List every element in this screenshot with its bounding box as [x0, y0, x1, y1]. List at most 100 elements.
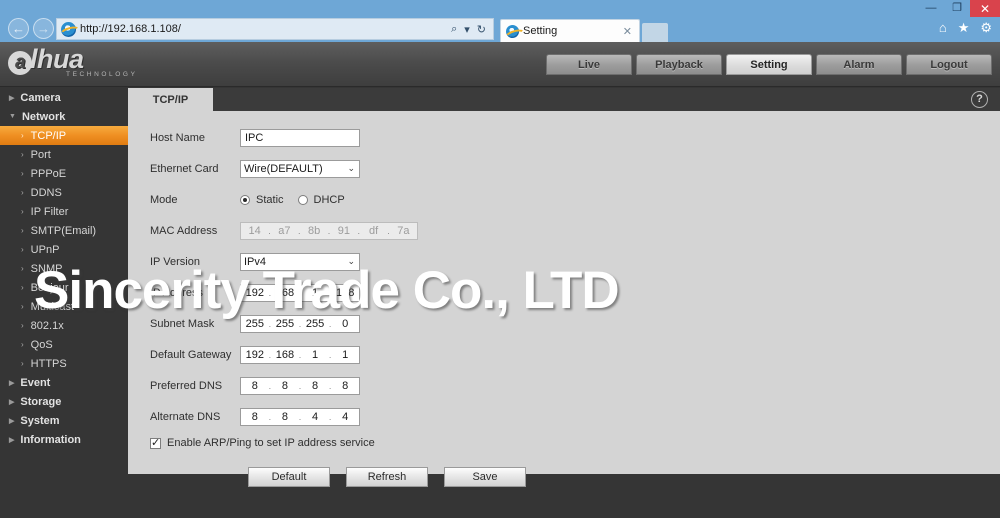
sidebar-group-event[interactable]: ▶ Event [0, 373, 128, 392]
row-default-gateway: Default Gateway 192. 168. 1. 1 [150, 344, 1000, 365]
sidebar-item-qos[interactable]: › QoS [0, 335, 128, 354]
chevron-right-icon: › [21, 207, 24, 216]
chevron-right-icon: › [21, 245, 24, 254]
close-icon[interactable]: ✕ [621, 25, 634, 38]
ip-address-field[interactable]: 192. 168. 1. 108 [240, 283, 360, 302]
refresh-button[interactable]: Refresh [346, 467, 428, 487]
ethernet-card-select[interactable]: Wire(DEFAULT) ⌄ [240, 159, 360, 178]
octet: 14 [248, 224, 261, 237]
chevron-right-icon: ▶ [9, 398, 15, 406]
tcpip-form: Host Name IPC Ethernet Card Wire(DEFAULT… [128, 111, 1000, 487]
radio-dhcp[interactable] [297, 194, 308, 205]
home-icon[interactable]: ⌂ [939, 21, 947, 34]
address-bar[interactable]: http://192.168.1.108/ ⌕ ▾ ↻ [56, 18, 494, 40]
tab-strip: Setting ✕ [500, 19, 668, 42]
sidebar-group-camera[interactable]: ▶ Camera [0, 88, 128, 107]
octet: 8 [281, 410, 288, 423]
sidebar-item-https[interactable]: › HTTPS [0, 354, 128, 373]
sidebar-group-system[interactable]: ▶ System [0, 411, 128, 430]
alternate-dns-field[interactable]: 8.8.4.4 [240, 407, 360, 426]
row-preferred-dns: Preferred DNS 8.8.8.8 [150, 375, 1000, 396]
row-ethernet-card: Ethernet Card Wire(DEFAULT) ⌄ [150, 158, 1000, 179]
logo-at-glyph: a [8, 51, 32, 75]
forward-icon[interactable]: → [33, 18, 54, 39]
browser-chrome: — ❐ ✕ ← → http://192.168.1.108/ ⌕ ▾ ↻ Se… [0, 0, 1000, 42]
octet: 168 [275, 286, 295, 299]
radio-static-label: Static [256, 193, 284, 206]
close-window-button[interactable]: ✕ [970, 0, 1000, 17]
chevron-right-icon: › [21, 359, 24, 368]
sidebar-item-802-1x[interactable]: › 802.1x [0, 316, 128, 335]
tab-setting[interactable]: Setting ✕ [500, 19, 640, 42]
chevron-right-icon: › [21, 302, 24, 311]
nav-tab-logout[interactable]: Logout [906, 54, 992, 75]
sidebar-group-label: Storage [20, 395, 62, 408]
chevron-down-icon[interactable]: ▾ [464, 23, 470, 36]
sidebar-item-pppoe[interactable]: › PPPoE [0, 164, 128, 183]
row-ip-version: IP Version IPv4 ⌄ [150, 251, 1000, 272]
dahua-logo: a lhua TECHNOLOGY [8, 45, 138, 78]
chevron-down-icon: ⌄ [347, 256, 355, 266]
row-mac-address: MAC Address 14. a7. 8b. 91. df. 7a [150, 220, 1000, 241]
back-icon[interactable]: ← [8, 18, 29, 39]
maximize-button[interactable]: ❐ [944, 0, 970, 17]
ip-version-select[interactable]: IPv4 ⌄ [240, 252, 360, 271]
octet: 192 [245, 348, 264, 361]
refresh-icon[interactable]: ↻ [477, 23, 486, 36]
nav-tab-live[interactable]: Live [546, 54, 632, 75]
sidebar: ▶ Camera ▼ Network › TCP/IP › Port › PPPoE › DDNS › I… [0, 88, 128, 518]
nav-tab-setting[interactable]: Setting [726, 54, 812, 75]
app-header: a lhua TECHNOLOGY Live Playback Setting Alar… [0, 42, 1000, 87]
preferred-dns-label: Preferred DNS [150, 379, 223, 392]
default-gateway-field[interactable]: 192. 168. 1. 1 [240, 345, 360, 364]
sidebar-item-tcp-ip[interactable]: › TCP/IP [0, 126, 128, 145]
ip-version-value: IPv4 [244, 255, 267, 268]
octet: 1 [311, 286, 319, 299]
mac-address-field: 14. a7. 8b. 91. df. 7a [240, 221, 418, 240]
gear-icon[interactable]: ⚙ [980, 21, 992, 34]
sidebar-item-label: 802.1x [30, 319, 64, 332]
sidebar-item-label: SMTP(Email) [30, 224, 97, 237]
minimize-button[interactable]: — [918, 0, 944, 17]
sidebar-item-ip-filter[interactable]: › IP Filter [0, 202, 128, 221]
arp-ping-checkbox[interactable] [150, 437, 161, 449]
radio-static[interactable] [240, 194, 250, 205]
help-icon[interactable]: ? [971, 91, 988, 108]
browser-toolbar-icons: ⌂ ★ ⚙ [939, 21, 992, 34]
sidebar-item-multicast[interactable]: › Multicast [0, 297, 128, 316]
octet: a7 [278, 224, 291, 237]
row-subnet-mask: Subnet Mask 255. 255. 255. 0 [150, 313, 1000, 334]
sidebar-item-port[interactable]: › Port [0, 145, 128, 164]
nav-tab-alarm[interactable]: Alarm [816, 54, 902, 75]
sidebar-item-smtp-email[interactable]: › SMTP(Email) [0, 221, 128, 240]
sidebar-item-ddns[interactable]: › DDNS [0, 183, 128, 202]
sidebar-item-snmp[interactable]: › SNMP [0, 259, 128, 278]
sidebar-group-storage[interactable]: ▶ Storage [0, 392, 128, 411]
nav-tab-playback[interactable]: Playback [636, 54, 722, 75]
default-button[interactable]: Default [248, 467, 330, 487]
new-tab-button[interactable] [642, 23, 668, 42]
search-icon[interactable]: ⌕ [451, 23, 457, 36]
sidebar-item-label: DDNS [30, 186, 62, 199]
browser-nav-buttons: ← → [8, 18, 54, 39]
host-name-input[interactable]: IPC [240, 128, 360, 147]
subnet-mask-label: Subnet Mask [150, 317, 215, 330]
sidebar-item-bonjour[interactable]: › Bonjour [0, 278, 128, 297]
favorites-star-icon[interactable]: ★ [958, 21, 970, 34]
top-nav: Live Playback Setting Alarm Logout [546, 54, 992, 75]
preferred-dns-field[interactable]: 8.8.8.8 [240, 376, 360, 395]
tab-title: Setting [523, 25, 558, 37]
save-button[interactable]: Save [444, 467, 526, 487]
octet: 8b [307, 224, 321, 237]
sidebar-item-upnp[interactable]: › UPnP [0, 240, 128, 259]
subnet-mask-field[interactable]: 255. 255. 255. 0 [240, 314, 360, 333]
arp-ping-label: Enable ARP/Ping to set IP address servic… [167, 437, 375, 449]
radio-dhcp-label: DHCP [313, 193, 345, 206]
sidebar-group-network[interactable]: ▼ Network [0, 107, 128, 126]
chevron-right-icon: › [21, 169, 24, 178]
tab-tcpip[interactable]: TCP/IP [128, 88, 213, 111]
sidebar-group-information[interactable]: ▶ Information [0, 430, 128, 449]
sidebar-group-label: System [20, 414, 60, 427]
form-buttons: Default Refresh Save [150, 467, 1000, 487]
default-gateway-label: Default Gateway [150, 348, 232, 361]
